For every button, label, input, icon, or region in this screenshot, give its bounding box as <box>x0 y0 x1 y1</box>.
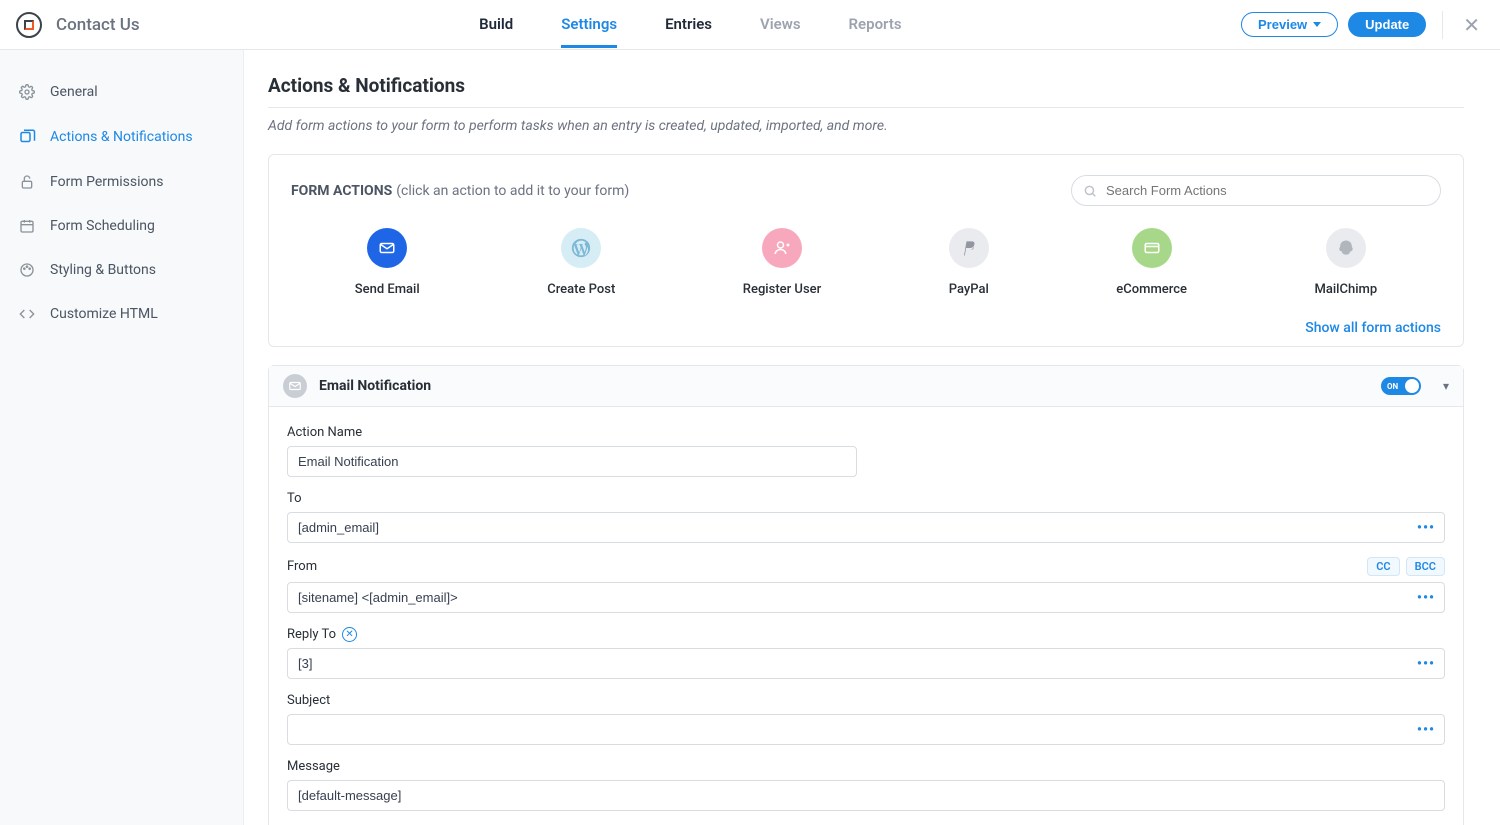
to-input[interactable] <box>287 512 1445 543</box>
subject-label: Subject <box>287 693 330 708</box>
email-icon <box>367 228 407 268</box>
update-button[interactable]: Update <box>1348 12 1426 37</box>
action-label: Create Post <box>547 282 615 297</box>
form-title: Contact Us <box>56 15 140 35</box>
sidebar-item-general[interactable]: General <box>0 70 243 114</box>
form-actions-heading: FORM ACTIONS(click an action to add it t… <box>291 183 629 199</box>
tab-settings[interactable]: Settings <box>561 1 617 48</box>
message-label: Message <box>287 759 340 774</box>
email-notification-title: Email Notification <box>319 378 1369 394</box>
subject-input[interactable] <box>287 714 1445 745</box>
action-register-user[interactable]: Register User <box>743 228 821 297</box>
cc-button[interactable]: CC <box>1367 557 1399 576</box>
action-name-label: Action Name <box>287 425 362 440</box>
search-form-actions-input[interactable] <box>1071 175 1441 206</box>
page-title: Actions & Notifications <box>268 74 1464 108</box>
sidebar-item-customize-html[interactable]: Customize HTML <box>0 292 243 336</box>
tab-entries[interactable]: Entries <box>665 1 712 48</box>
user-plus-icon <box>762 228 802 268</box>
action-label: Send Email <box>355 282 420 297</box>
chevron-down-icon[interactable]: ▾ <box>1443 379 1449 393</box>
action-create-post[interactable]: Create Post <box>547 228 615 297</box>
code-icon <box>18 306 36 322</box>
sidebar-label-styling: Styling & Buttons <box>50 262 156 278</box>
to-label: To <box>287 491 302 506</box>
reply-to-input[interactable] <box>287 648 1445 679</box>
sidebar-label-general: General <box>50 84 98 100</box>
email-icon <box>283 374 307 398</box>
action-mailchimp[interactable]: MailChimp <box>1314 228 1377 297</box>
action-label: PayPal <box>949 282 989 297</box>
close-icon[interactable]: ✕ <box>1459 13 1484 37</box>
action-ecommerce[interactable]: eCommerce <box>1116 228 1187 297</box>
sidebar: General Actions & Notifications Form Per… <box>0 50 244 825</box>
actions-icon <box>18 128 36 146</box>
sidebar-label-customize-html: Customize HTML <box>50 306 158 322</box>
divider <box>1442 11 1443 39</box>
show-all-form-actions-link[interactable]: Show all form actions <box>1305 320 1441 336</box>
sidebar-item-scheduling[interactable]: Form Scheduling <box>0 204 243 248</box>
lock-icon <box>18 174 36 190</box>
from-input[interactable] <box>287 582 1445 613</box>
app-logo[interactable] <box>16 12 42 38</box>
preview-label: Preview <box>1258 17 1307 32</box>
merge-tags-icon[interactable]: ••• <box>1417 722 1435 738</box>
bcc-button[interactable]: BCC <box>1406 557 1445 576</box>
action-label: eCommerce <box>1116 282 1187 297</box>
sidebar-label-scheduling: Form Scheduling <box>50 218 155 234</box>
sidebar-label-permissions: Form Permissions <box>50 174 163 190</box>
merge-tags-icon[interactable]: ••• <box>1417 590 1435 606</box>
paypal-icon <box>949 228 989 268</box>
action-label: MailChimp <box>1314 282 1377 297</box>
mailchimp-icon <box>1326 228 1366 268</box>
tab-build[interactable]: Build <box>479 1 513 48</box>
tab-reports[interactable]: Reports <box>849 1 902 48</box>
top-tabs: Build Settings Entries Views Reports <box>140 1 1241 48</box>
page-description: Add form actions to your form to perform… <box>268 118 1464 134</box>
form-actions-panel: FORM ACTIONS(click an action to add it t… <box>268 154 1464 347</box>
merge-tags-icon[interactable]: ••• <box>1417 656 1435 672</box>
calendar-icon <box>18 218 36 234</box>
sidebar-item-permissions[interactable]: Form Permissions <box>0 160 243 204</box>
action-name-input[interactable] <box>287 446 857 477</box>
search-icon <box>1083 184 1097 198</box>
wordpress-icon <box>561 228 601 268</box>
email-notification-action: Email Notification ON ▾ Action Name To •… <box>268 365 1464 825</box>
action-paypal[interactable]: PayPal <box>949 228 989 297</box>
sidebar-item-actions[interactable]: Actions & Notifications <box>0 114 243 160</box>
email-notification-toggle[interactable]: ON <box>1381 377 1421 395</box>
action-send-email[interactable]: Send Email <box>355 228 420 297</box>
preview-button[interactable]: Preview <box>1241 12 1338 37</box>
sidebar-item-styling[interactable]: Styling & Buttons <box>0 248 243 292</box>
palette-icon <box>18 262 36 278</box>
reply-to-label: Reply To ✕ <box>287 627 357 642</box>
merge-tags-icon[interactable]: ••• <box>1417 520 1435 536</box>
gear-icon <box>18 84 36 100</box>
tab-views[interactable]: Views <box>760 1 801 48</box>
from-label: From <box>287 559 317 574</box>
action-label: Register User <box>743 282 821 297</box>
credit-card-icon <box>1132 228 1172 268</box>
caret-down-icon <box>1313 22 1321 27</box>
message-input[interactable] <box>287 780 1445 811</box>
email-notification-header[interactable]: Email Notification ON ▾ <box>269 366 1463 407</box>
sidebar-label-actions: Actions & Notifications <box>50 129 193 145</box>
remove-reply-to-icon[interactable]: ✕ <box>342 627 357 642</box>
